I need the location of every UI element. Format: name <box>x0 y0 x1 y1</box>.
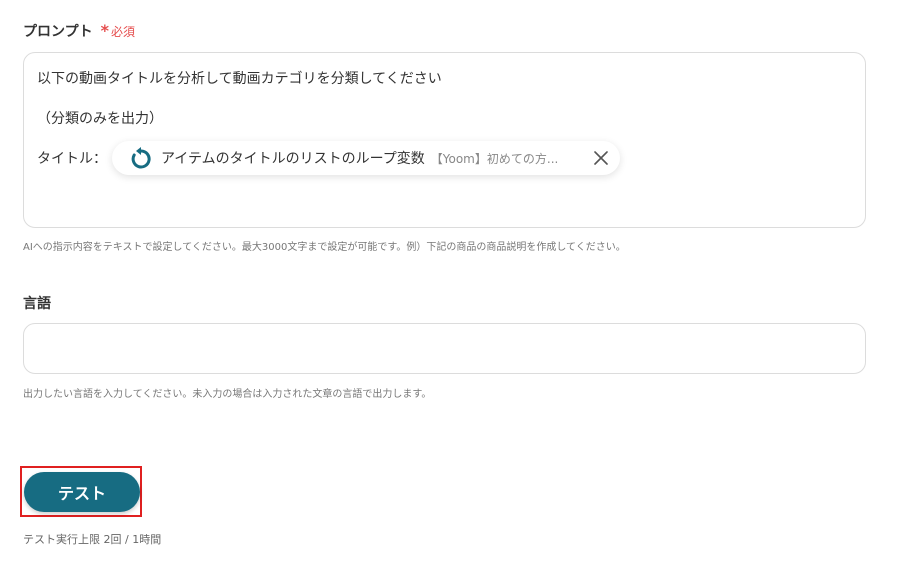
test-button[interactable]: テスト <box>24 472 140 512</box>
test-limit-text: テスト実行上限 2回 / 1時間 <box>23 533 162 546</box>
required-text: 必須 <box>110 24 135 39</box>
language-input[interactable] <box>23 323 866 374</box>
required-star: * <box>100 21 109 40</box>
prompt-label: プロンプト * 必須 <box>23 21 135 41</box>
form-page: プロンプト * 必須 以下の動画タイトルを分析して動画カテゴリを分類してください… <box>0 0 907 568</box>
language-label-text: 言語 <box>23 296 51 312</box>
prompt-label-text: プロンプト <box>23 24 93 40</box>
language-help-text: 出力したい言語を入力してください。未入力の場合は入力された文章の言語で出力します… <box>23 389 432 400</box>
chip-sub-text: 【Yoom】初めての方... <box>430 151 559 166</box>
close-icon[interactable] <box>592 149 610 167</box>
prompt-line-3: タイトル： <box>37 151 107 167</box>
variable-chip[interactable]: アイテムのタイトルのリストのループ変数 【Yoom】初めての方... <box>112 141 620 175</box>
prompt-help-text: AIへの指示内容をテキストで設定してください。最大3000文字まで設定が可能です… <box>23 242 626 253</box>
required-badge: * 必須 <box>101 23 135 40</box>
language-label: 言語 <box>23 293 51 313</box>
prompt-line-1: 以下の動画タイトルを分析して動画カテゴリを分類してください <box>37 71 442 87</box>
chip-main-text: アイテムのタイトルのリストのループ変数 <box>161 151 425 167</box>
prompt-textarea[interactable]: 以下の動画タイトルを分析して動画カテゴリを分類してください （分類のみを出力） … <box>23 52 866 228</box>
loop-arrow-icon <box>130 147 152 169</box>
prompt-line-2: （分類のみを出力） <box>37 111 163 127</box>
